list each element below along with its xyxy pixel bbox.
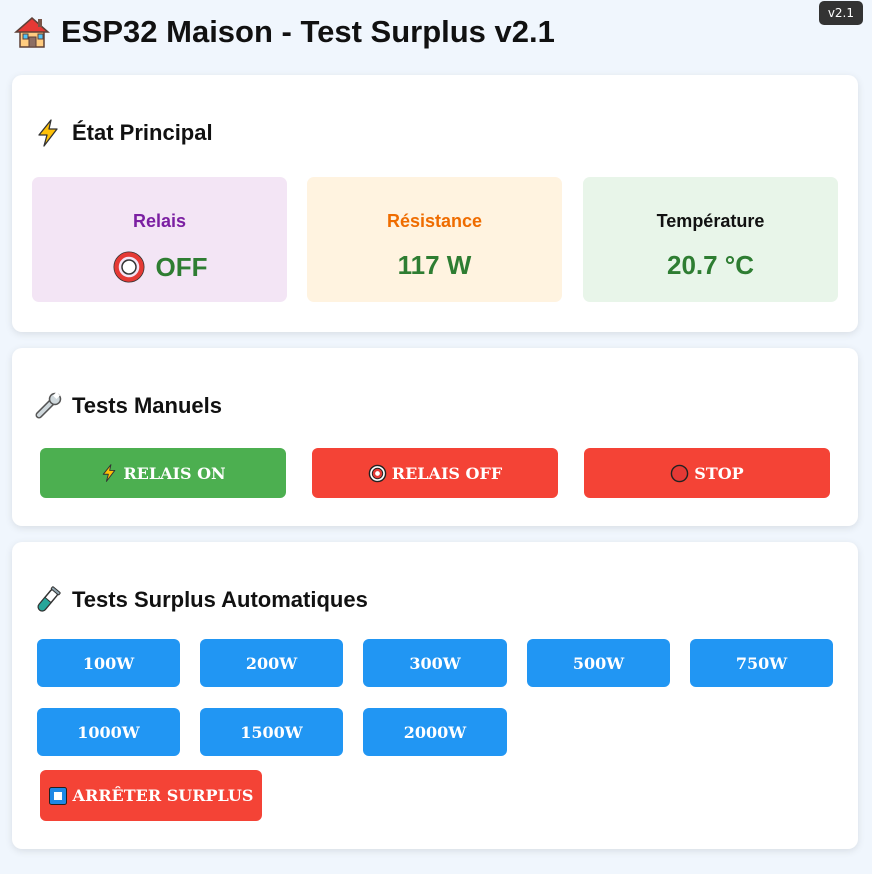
surplus-200w-button[interactable]: 200W bbox=[200, 639, 343, 687]
tests-manuels-title: Tests Manuels bbox=[34, 392, 222, 420]
test-tube-icon bbox=[34, 586, 62, 614]
lightning-icon bbox=[34, 119, 62, 147]
surplus-2000w-button[interactable]: 2000W bbox=[363, 708, 507, 756]
red-circle-icon bbox=[112, 250, 146, 284]
surplus-1000w-button[interactable]: 1000W bbox=[37, 708, 180, 756]
surplus-100w-button[interactable]: 100W bbox=[37, 639, 180, 687]
etat-principal-card: État Principal Relais OFF Résistance 117… bbox=[12, 75, 858, 332]
relais-on-button[interactable]: RELAIS ON bbox=[40, 448, 286, 498]
tests-surplus-card: Tests Surplus Automatiques 100W 200W 300… bbox=[12, 542, 858, 849]
relais-value-text: OFF bbox=[155, 251, 208, 282]
resistance-value: 117 W bbox=[397, 250, 472, 280]
page-title: ESP32 Maison - Test Surplus v2.1 bbox=[14, 14, 555, 50]
stop-square-icon bbox=[48, 786, 67, 805]
etat-principal-title-text: État Principal bbox=[72, 120, 213, 145]
temperature-value: 20.7 °C bbox=[666, 250, 754, 280]
surplus-750w-button[interactable]: 750W bbox=[690, 639, 833, 687]
surplus-300w-button[interactable]: 300W bbox=[363, 639, 507, 687]
house-icon bbox=[14, 14, 50, 50]
page-title-text: ESP32 Maison - Test Surplus v2.1 bbox=[61, 14, 555, 49]
tests-surplus-title: Tests Surplus Automatiques bbox=[34, 586, 368, 614]
red-circle-icon bbox=[670, 464, 689, 483]
resistance-stat: Résistance 117 W bbox=[307, 177, 562, 302]
relais-stat: Relais OFF bbox=[32, 177, 287, 302]
relais-label: Relais bbox=[132, 211, 187, 231]
arreter-surplus-label: ARRÊTER SURPLUS bbox=[72, 786, 254, 805]
stop-button[interactable]: STOP bbox=[584, 448, 830, 498]
surplus-1500w-button[interactable]: 1500W bbox=[200, 708, 343, 756]
tests-manuels-card: Tests Manuels RELAIS ON RELAIS OFF STOP bbox=[12, 348, 858, 526]
relais-on-label: RELAIS ON bbox=[123, 463, 226, 483]
tests-surplus-title-text: Tests Surplus Automatiques bbox=[72, 587, 368, 612]
resistance-label: Résistance bbox=[386, 211, 483, 231]
lightning-icon bbox=[100, 464, 118, 482]
temperature-stat: Température 20.7 °C bbox=[583, 177, 838, 302]
relais-off-button[interactable]: RELAIS OFF bbox=[312, 448, 558, 498]
radio-button-icon bbox=[368, 464, 387, 483]
stop-label: STOP bbox=[694, 463, 744, 483]
etat-principal-title: État Principal bbox=[34, 119, 213, 147]
wrench-icon bbox=[34, 392, 62, 420]
arreter-surplus-button[interactable]: ARRÊTER SURPLUS bbox=[40, 770, 262, 821]
version-badge: v2.1 bbox=[818, 1, 863, 25]
relais-value: OFF bbox=[112, 250, 208, 284]
temperature-label: Température bbox=[656, 211, 765, 231]
relais-off-label: RELAIS OFF bbox=[391, 463, 503, 483]
surplus-500w-button[interactable]: 500W bbox=[527, 639, 670, 687]
tests-manuels-title-text: Tests Manuels bbox=[72, 393, 222, 418]
